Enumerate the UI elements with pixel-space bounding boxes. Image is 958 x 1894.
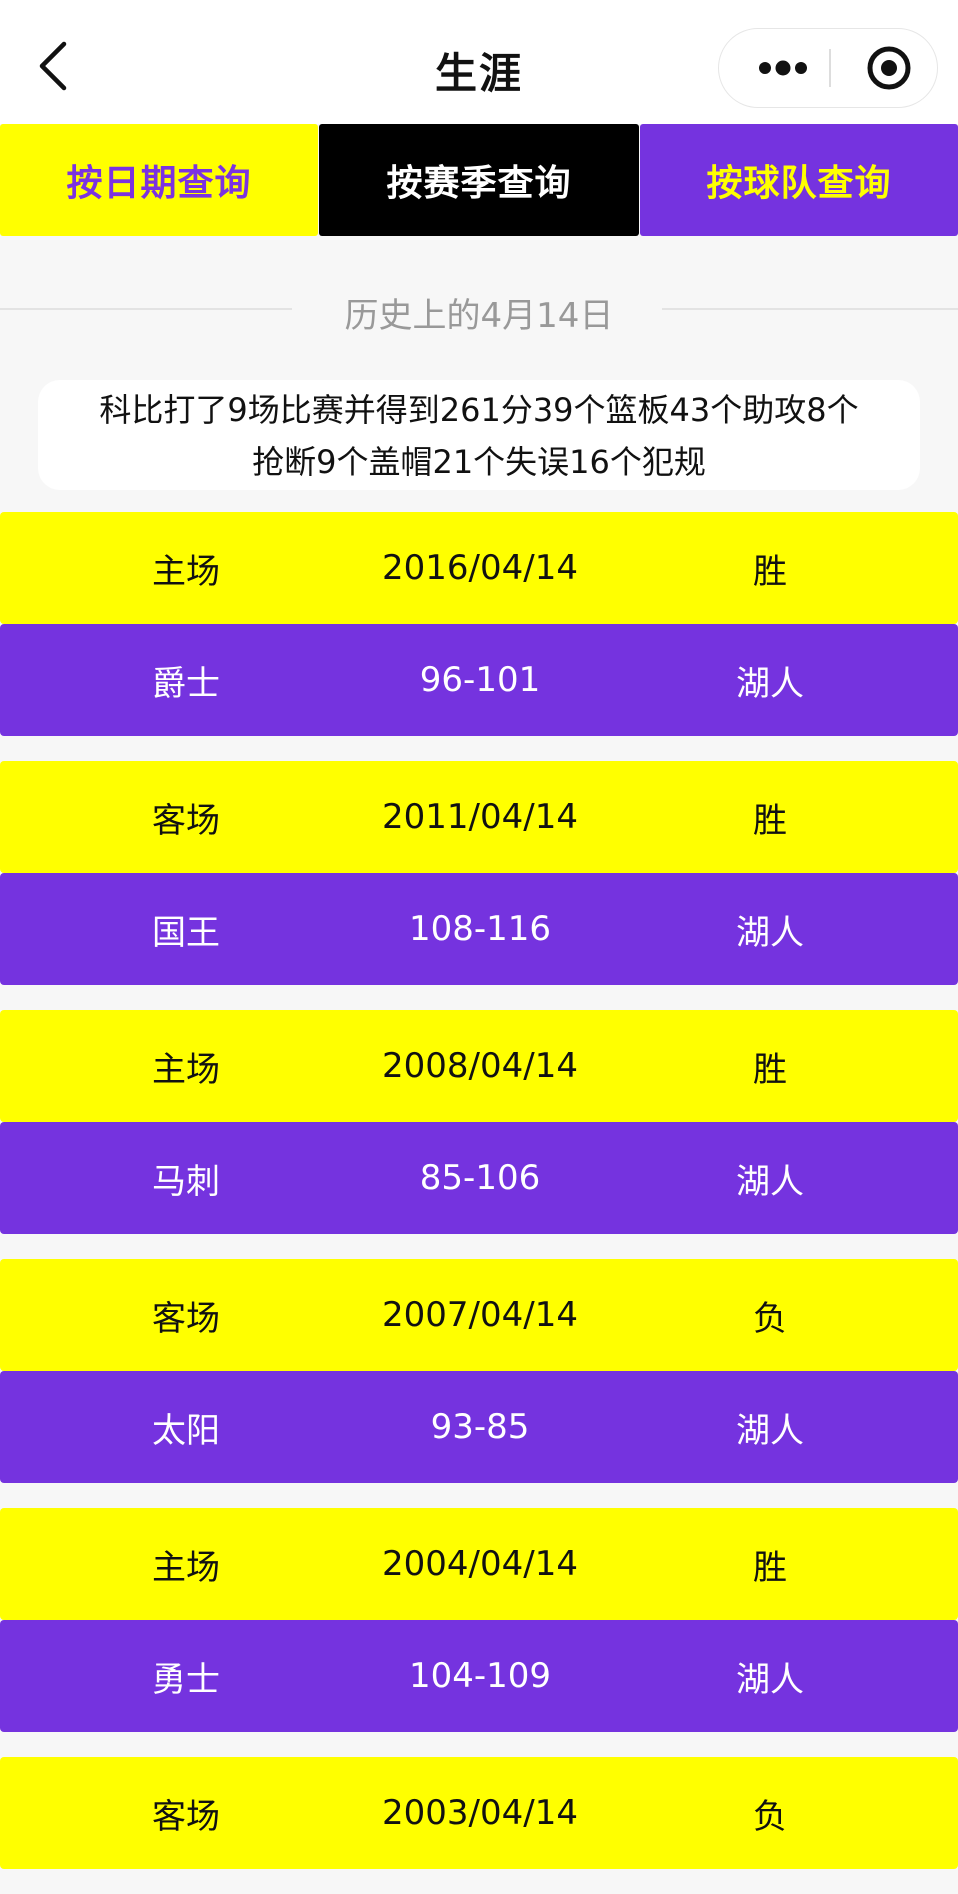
- game-item[interactable]: 客场 2011/04/14 胜 国王 108-116 湖人: [0, 761, 958, 985]
- target-circle-icon: [867, 46, 911, 89]
- own-team: 湖人: [736, 663, 804, 704]
- game-info-row: 主场 2016/04/14 胜: [0, 512, 958, 624]
- venue-label: 主场: [152, 1049, 220, 1090]
- own-team: 湖人: [736, 1659, 804, 1700]
- opponent-team: 太阳: [152, 1410, 220, 1451]
- opponent-team: 马刺: [152, 1161, 220, 1202]
- divider-line-right: [662, 308, 958, 310]
- game-score: 104-109: [408, 1656, 552, 1696]
- game-result: 负: [753, 1298, 787, 1339]
- game-info-row: 客场 2011/04/14 胜: [0, 761, 958, 873]
- game-date: 2004/04/14: [382, 1544, 578, 1584]
- close-button[interactable]: [849, 29, 929, 106]
- own-team: 湖人: [736, 1161, 804, 1202]
- game-item[interactable]: 客场 2007/04/14 负 太阳 93-85 湖人: [0, 1259, 958, 1483]
- query-tabs: 按日期查询 按赛季查询 按球队查询: [0, 124, 958, 236]
- game-date: 2011/04/14: [382, 797, 578, 837]
- more-dots-icon: [759, 60, 807, 75]
- games-list: 主场 2016/04/14 胜 爵士 96-101 湖人 客场 2011/04/…: [0, 512, 958, 1894]
- career-summary-card: 科比打了9场比赛并得到261分39个篮板43个助攻8个 抢断9个盖帽21个失误1…: [38, 380, 920, 490]
- game-date: 2003/04/14: [382, 1793, 578, 1833]
- game-item[interactable]: 主场 2016/04/14 胜 爵士 96-101 湖人: [0, 512, 958, 736]
- game-result: 负: [753, 1796, 787, 1837]
- game-result: 胜: [753, 800, 787, 841]
- game-score-row: 爵士 96-101 湖人: [0, 624, 958, 736]
- tab-query-by-date[interactable]: 按日期查询: [0, 124, 318, 236]
- game-date: 2008/04/14: [382, 1046, 578, 1086]
- game-info-row: 客场 2003/04/14 负: [0, 1757, 958, 1869]
- game-date: 2007/04/14: [382, 1295, 578, 1335]
- venue-label: 主场: [152, 1547, 220, 1588]
- capsule-divider: [829, 49, 831, 87]
- venue-label: 主场: [152, 551, 220, 592]
- history-date-label: 历史上的4月14日: [344, 296, 614, 336]
- game-info-row: 客场 2007/04/14 负: [0, 1259, 958, 1371]
- game-score: 108-116: [408, 909, 552, 949]
- game-score: 96-101: [419, 660, 541, 700]
- game-score-row: 马刺 85-106 湖人: [0, 1122, 958, 1234]
- venue-label: 客场: [152, 1298, 220, 1339]
- game-score-row: 勇士 104-109 湖人: [0, 1620, 958, 1732]
- own-team: 湖人: [736, 912, 804, 953]
- tab-query-by-season[interactable]: 按赛季查询: [319, 124, 639, 236]
- navigation-bar: 生涯: [0, 0, 958, 124]
- game-result: 胜: [753, 1049, 787, 1090]
- tab-query-by-team[interactable]: 按球队查询: [640, 124, 958, 236]
- venue-label: 客场: [152, 800, 220, 841]
- game-result: 胜: [753, 551, 787, 592]
- opponent-team: 爵士: [152, 663, 220, 704]
- opponent-team: 国王: [152, 912, 220, 953]
- game-score: 85-106: [419, 1158, 541, 1198]
- game-item[interactable]: 主场 2008/04/14 胜 马刺 85-106 湖人: [0, 1010, 958, 1234]
- game-date: 2016/04/14: [382, 548, 578, 588]
- game-result: 胜: [753, 1547, 787, 1588]
- game-score-row: 国王 108-116 湖人: [0, 873, 958, 985]
- summary-line-1: 科比打了9场比赛并得到261分39个篮板43个助攻8个: [99, 391, 859, 429]
- mini-program-capsule: [718, 28, 938, 108]
- game-item[interactable]: 客场 2003/04/14 负: [0, 1757, 958, 1869]
- own-team: 湖人: [736, 1410, 804, 1451]
- game-info-row: 主场 2008/04/14 胜: [0, 1010, 958, 1122]
- more-button[interactable]: [743, 29, 823, 106]
- summary-line-2: 抢断9个盖帽21个失误16个犯规: [252, 443, 706, 481]
- venue-label: 客场: [152, 1796, 220, 1837]
- opponent-team: 勇士: [152, 1659, 220, 1700]
- game-score: 93-85: [430, 1407, 530, 1447]
- game-score-row: 太阳 93-85 湖人: [0, 1371, 958, 1483]
- game-item[interactable]: 主场 2004/04/14 胜 勇士 104-109 湖人: [0, 1508, 958, 1732]
- game-info-row: 主场 2004/04/14 胜: [0, 1508, 958, 1620]
- history-date-divider: 历史上的4月14日: [0, 278, 958, 338]
